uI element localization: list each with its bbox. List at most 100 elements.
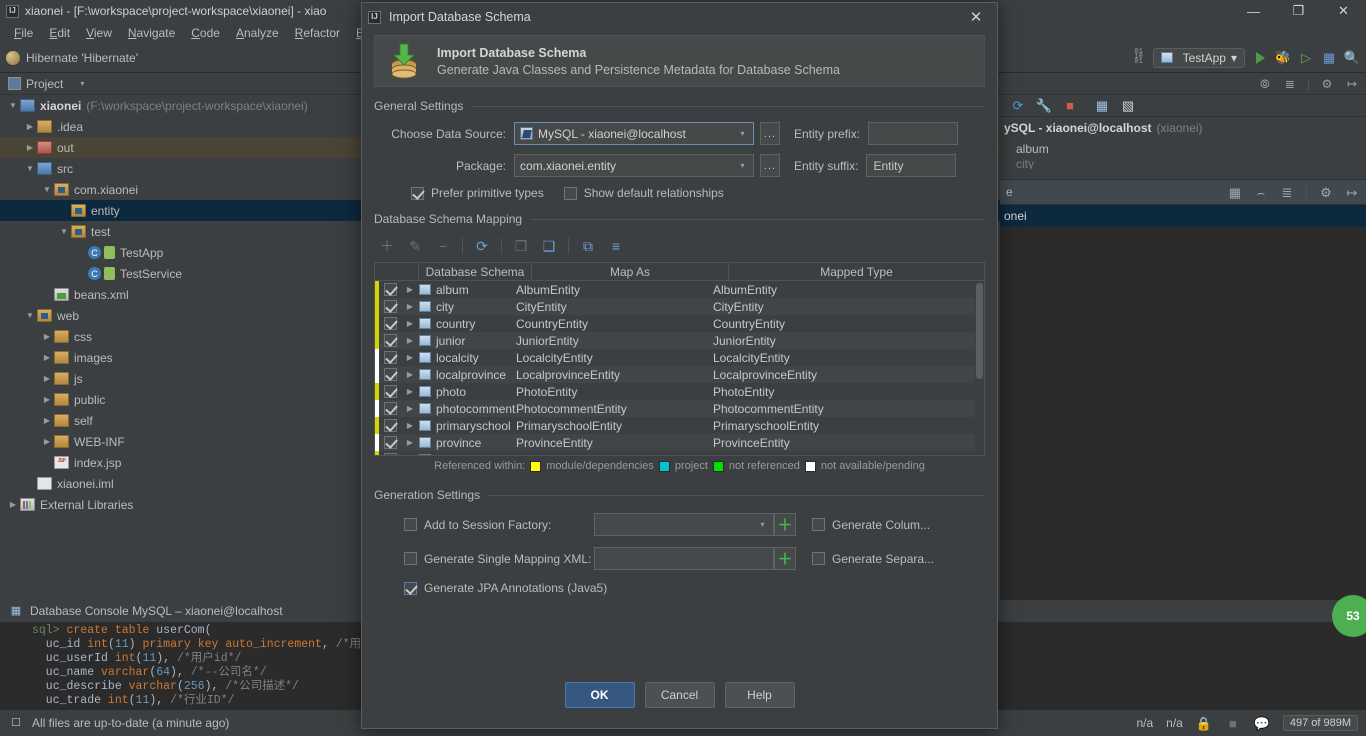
chevron-down-icon[interactable]: ▼ (57, 227, 71, 236)
stop-icon[interactable]: ■ (1062, 98, 1078, 114)
chevron-right-icon[interactable]: ▶ (401, 302, 419, 311)
expand-all-icon[interactable]: ⧉ (575, 235, 601, 257)
cell-mapped-type[interactable]: SeniorEntity (713, 453, 984, 456)
row-checkbox[interactable] (379, 402, 401, 415)
cell-map-as[interactable]: LocalprovinceEntity (516, 368, 713, 382)
status-line-col[interactable]: n/a (1136, 716, 1153, 730)
row-checkbox[interactable] (379, 419, 401, 432)
table-row[interactable]: ▶ photo PhotoEntity PhotoEntity (375, 383, 984, 400)
row-checkbox[interactable] (379, 436, 401, 449)
refresh-icon[interactable]: ⟳ (1010, 98, 1026, 114)
db-table-city[interactable]: city (1000, 159, 1366, 169)
table-vertical-scrollbar[interactable] (975, 281, 984, 455)
generate-columns-checkbox[interactable]: Generate Colum... (812, 518, 930, 532)
table-row[interactable]: ▶ city CityEntity CityEntity (375, 298, 984, 315)
chevron-right-icon[interactable]: ▶ (23, 122, 37, 131)
collapse-all-icon[interactable]: ≣ (1279, 184, 1295, 200)
cell-mapped-type[interactable]: ProvinceEntity (713, 436, 984, 450)
paste-icon[interactable]: ❑ (536, 235, 562, 257)
row-checkbox[interactable] (379, 385, 401, 398)
chevron-right-icon[interactable]: ▶ (401, 421, 419, 430)
cell-map-as[interactable]: ProvinceEntity (516, 436, 713, 450)
table-row[interactable]: ▶ album AlbumEntity AlbumEntity (375, 281, 984, 298)
chevron-right-icon[interactable]: ▶ (401, 336, 419, 345)
vcs-icon[interactable]: ■ (1225, 715, 1241, 731)
chevron-right-icon[interactable]: ▶ (40, 353, 54, 362)
db-table-album[interactable]: album (1000, 138, 1366, 159)
chevron-down-icon[interactable]: ▼ (40, 185, 54, 194)
session-factory-combo[interactable]: ▾ (594, 513, 774, 536)
cancel-button[interactable]: Cancel (644, 682, 715, 708)
cell-map-as[interactable]: PrimaryschoolEntity (516, 419, 713, 433)
data-source-browse-button[interactable]: ... (760, 122, 780, 145)
chevron-down-icon[interactable]: ▾ (734, 123, 751, 144)
chevron-right-icon[interactable]: ▶ (401, 353, 419, 362)
collapse-all-icon[interactable]: ≣ (1282, 76, 1298, 92)
dialog-close-button[interactable]: ✕ (961, 4, 991, 30)
chevron-right-icon[interactable]: ▶ (40, 416, 54, 425)
chevron-right-icon[interactable]: ▶ (401, 319, 419, 328)
cell-mapped-type[interactable]: PhotocommentEntity (713, 402, 984, 416)
chevron-right-icon[interactable]: ▶ (23, 143, 37, 152)
cell-mapped-type[interactable]: LocalprovinceEntity (713, 368, 984, 382)
row-checkbox[interactable] (379, 351, 401, 364)
project-tool-window-tab[interactable]: Project ▾ (0, 73, 92, 95)
row-checkbox[interactable] (379, 368, 401, 381)
help-button[interactable]: Help (724, 682, 795, 708)
cell-map-as[interactable]: CountryEntity (516, 317, 713, 331)
table-row[interactable]: ▶ country CountryEntity CountryEntity (375, 315, 984, 332)
ok-button[interactable]: OK (564, 682, 635, 708)
cell-mapped-type[interactable]: JuniorEntity (713, 334, 984, 348)
hide-icon[interactable]: ↦ (1344, 76, 1360, 92)
menu-item-file[interactable]: File (6, 24, 41, 42)
chevron-right-icon[interactable]: ▶ (401, 387, 419, 396)
menu-item-navigate[interactable]: Navigate (120, 24, 183, 42)
chevron-right-icon[interactable]: ▶ (40, 437, 54, 446)
memory-indicator[interactable]: 497 of 989M (1282, 715, 1358, 731)
cell-map-as[interactable]: AlbumEntity (516, 283, 713, 297)
row-checkbox[interactable] (379, 453, 401, 455)
editor-tab-fragment[interactable]: e (1006, 185, 1013, 199)
row-checkbox[interactable] (379, 283, 401, 296)
entity-prefix-field[interactable] (868, 122, 959, 145)
schema-mapping-table[interactable]: Database Schema Map As Mapped Type ▶ albu… (374, 262, 985, 456)
package-browse-button[interactable]: ... (760, 154, 780, 177)
cell-map-as[interactable]: CityEntity (516, 300, 713, 314)
menu-item-code[interactable]: Code (183, 24, 228, 42)
chevron-right-icon[interactable]: ▶ (401, 285, 419, 294)
chevron-right-icon[interactable]: ▶ (401, 370, 419, 379)
hibernate-facet[interactable]: Hibernate 'Hibernate' (6, 50, 138, 65)
debug-icon[interactable]: 🐝 (1275, 50, 1291, 66)
run-configuration-selector[interactable]: TestApp ▾ (1152, 47, 1245, 68)
chevron-down-icon[interactable]: ▼ (6, 101, 20, 110)
collapse-all-icon[interactable]: ≡ (603, 235, 629, 257)
column-header-database-schema[interactable]: Database Schema (419, 263, 532, 280)
cell-map-as[interactable]: PhotoEntity (516, 385, 713, 399)
db-selected-row[interactable]: onei (1000, 205, 1366, 227)
binary-icon[interactable]: 01 10 01 (1132, 48, 1146, 66)
package-combo[interactable]: com.xiaonei.entity ▾ (514, 154, 754, 177)
chevron-down-icon[interactable]: ▼ (23, 311, 37, 320)
menu-item-view[interactable]: View (78, 24, 120, 42)
project-structure-icon[interactable]: ▦ (1321, 50, 1337, 66)
menu-item-analyze[interactable]: Analyze (228, 24, 287, 42)
chevron-down-icon[interactable]: ▾ (80, 79, 84, 88)
chevron-down-icon[interactable]: ▼ (23, 164, 37, 173)
datasource-node[interactable]: ySQL - xiaonei@localhost (xiaonei) (1000, 117, 1366, 138)
column-header-map-as[interactable]: Map As (532, 263, 729, 280)
cell-map-as[interactable]: PhotocommentEntity (516, 402, 713, 416)
status-toggle-icon[interactable]: ☐ (8, 715, 24, 731)
chevron-right-icon[interactable]: ▶ (401, 404, 419, 413)
run-coverage-icon[interactable]: ▷ (1298, 50, 1314, 66)
scrollbar-thumb[interactable] (976, 283, 983, 379)
generate-separate-checkbox[interactable]: Generate Separa... (812, 552, 934, 566)
row-checkbox[interactable] (379, 317, 401, 330)
single-mapping-field[interactable] (594, 547, 774, 570)
chevron-right-icon[interactable]: ▶ (6, 500, 20, 509)
gear-icon[interactable]: ⚙ (1319, 76, 1335, 92)
close-window-button[interactable]: ✕ (1321, 0, 1366, 22)
table-row[interactable]: ▶ photocomment PhotocommentEntity Photocomm… (375, 400, 984, 417)
add-single-mapping-button[interactable]: ＋ (774, 547, 796, 570)
menu-item-refactor[interactable]: Refactor (287, 24, 348, 42)
generate-jpa-annotations-checkbox[interactable]: Generate JPA Annotations (Java5) (404, 581, 607, 595)
